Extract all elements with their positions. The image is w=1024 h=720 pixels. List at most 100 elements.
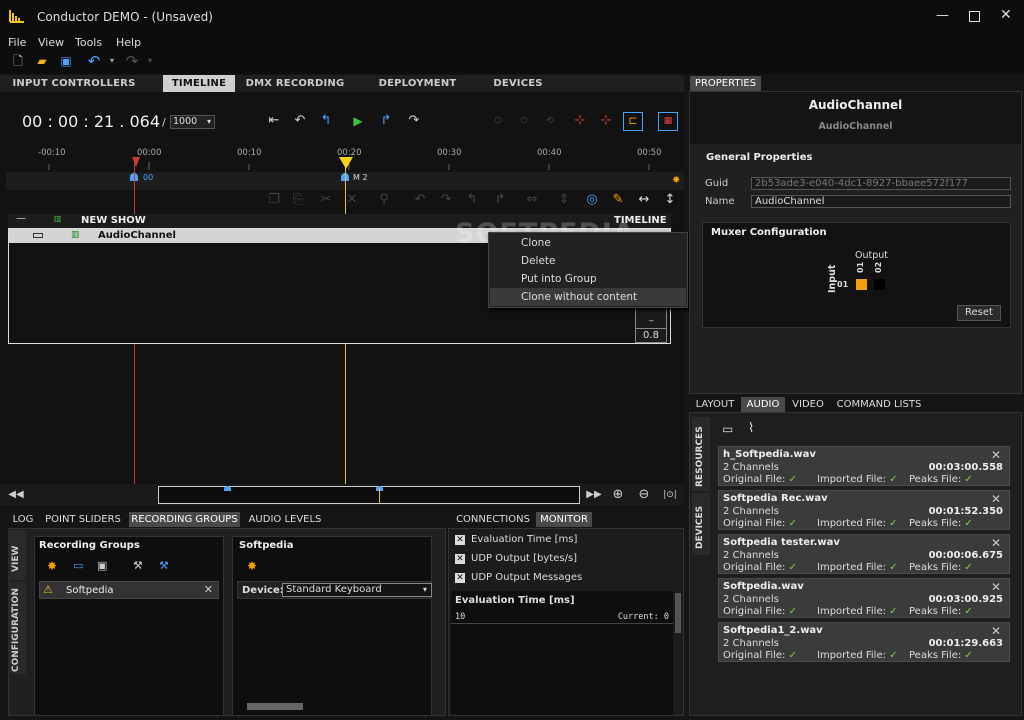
redo-edit-icon[interactable]: ↷ — [438, 192, 454, 208]
menu-view[interactable]: View — [38, 36, 64, 49]
marker-remove-icon[interactable]: ⊹ — [598, 113, 614, 129]
zoom-fit-icon[interactable]: |⊙| — [662, 487, 678, 503]
pencil-icon[interactable]: ✎ — [610, 192, 626, 208]
checkbox[interactable]: ✕ — [455, 573, 465, 583]
tab-command-lists[interactable]: COMMAND LISTS — [833, 397, 925, 412]
checkbox[interactable]: ✕ — [455, 535, 465, 545]
menu-tools[interactable]: Tools — [75, 36, 102, 49]
close-icon[interactable]: ✕ — [1000, 7, 1012, 23]
redo-dropdown-icon[interactable]: ▾ — [142, 53, 158, 69]
reset-button[interactable]: Reset — [957, 305, 1001, 321]
remove-group-icon[interactable]: ✕ — [204, 583, 213, 596]
tab-recording-groups[interactable]: RECORDING GROUPS — [129, 512, 240, 527]
monitor-scrollbar[interactable] — [675, 593, 681, 633]
group-settings-icon[interactable]: ▭ — [73, 559, 83, 572]
collapse-channel-icon[interactable] — [33, 233, 43, 238]
volume-control[interactable]: _ 0.8 — [635, 305, 667, 343]
scroll-end-icon[interactable]: ▶▶ — [586, 487, 602, 503]
zoom-in-icon[interactable]: ⊕ — [610, 487, 626, 503]
rewind-start-icon[interactable]: ⇤ — [266, 113, 282, 129]
undo-icon[interactable]: ↶ — [86, 53, 102, 69]
save-group-icon[interactable]: ▣ — [97, 559, 107, 572]
delete-icon[interactable]: ✕ — [344, 192, 360, 208]
move-right-icon[interactable]: ↱ — [492, 192, 508, 208]
volume-handle[interactable]: _ — [649, 312, 654, 322]
previous-marker-icon[interactable]: ↶ — [292, 113, 308, 129]
open-folder-icon[interactable]: ▰ — [34, 53, 50, 69]
power-off-icon[interactable]: ⏻ — [516, 113, 532, 129]
cut-icon[interactable]: ✂ — [318, 192, 334, 208]
menu-item-clone[interactable]: Clone — [490, 234, 686, 252]
menu-item-clone-without-content[interactable]: Clone without content — [490, 288, 686, 306]
minimize-icon[interactable]: — — [936, 8, 949, 23]
tab-timeline[interactable]: TIMELINE — [163, 75, 235, 92]
tab-point-sliders[interactable]: POINT SLIDERS — [42, 512, 124, 527]
mux-cell-inactive[interactable] — [874, 279, 885, 290]
device-select[interactable]: Standard Keyboard ▾ — [282, 583, 432, 597]
remove-resource-icon[interactable]: ✕ — [991, 580, 1001, 594]
resource-item[interactable]: Softpedia1_2.wav ✕ 2 Channels 00:01:29.6… — [718, 622, 1010, 662]
split-icon[interactable]: ⇕ — [556, 192, 572, 208]
menu-item-put-into-group[interactable]: Put into Group — [490, 270, 686, 288]
tab-input-controllers[interactable]: INPUT CONTROLLERS — [8, 75, 140, 92]
play-icon[interactable]: ▶ — [350, 113, 366, 129]
checkbox[interactable]: ✕ — [455, 554, 465, 564]
maximize-icon[interactable] — [969, 11, 980, 22]
resource-item[interactable]: Softpedia tester.wav ✕ 2 Channels 00:00:… — [718, 534, 1010, 574]
menu-item-delete[interactable]: Delete — [490, 252, 686, 270]
tools-icon[interactable]: ⚒ — [133, 559, 143, 572]
undo-edit-icon[interactable]: ↶ — [412, 192, 428, 208]
menu-file[interactable]: File — [8, 36, 26, 49]
next-marker-icon[interactable]: ↷ — [406, 113, 422, 129]
timeline-overview[interactable] — [158, 486, 580, 504]
collapse-icon[interactable]: — — [16, 213, 26, 224]
resource-item[interactable]: Softpedia.wav ✕ 2 Channels 00:03:00.925 … — [718, 578, 1010, 618]
scrollbar-thumb[interactable] — [247, 703, 303, 710]
tab-log[interactable]: LOG — [8, 512, 38, 527]
tab-monitor[interactable]: MONITOR — [536, 512, 592, 527]
horizontal-resize-icon[interactable]: ↔ — [636, 192, 652, 208]
add-marker-icon[interactable]: ✸ — [672, 175, 680, 186]
new-file-icon[interactable]: 🗋 — [10, 53, 26, 69]
scroll-start-icon[interactable]: ◀◀ — [8, 487, 24, 503]
reset-icon[interactable]: ⟲ — [542, 113, 558, 129]
remove-resource-icon[interactable]: ✕ — [991, 492, 1001, 506]
side-tab-view[interactable]: VIEW — [8, 530, 26, 580]
menu-help[interactable]: Help — [116, 36, 141, 49]
power-on-icon[interactable]: ⏻ — [490, 113, 506, 129]
grid-toggle-icon[interactable]: ▦ — [658, 112, 678, 131]
group-item[interactable]: ⚠ Softpedia ✕ — [39, 581, 219, 599]
save-icon[interactable]: ▣ — [58, 53, 74, 69]
tab-audio-levels[interactable]: AUDIO LEVELS — [245, 512, 325, 527]
tab-video[interactable]: VIDEO — [787, 397, 829, 412]
step-back-icon[interactable]: ↰ — [318, 113, 334, 129]
copy-icon[interactable]: ❐ — [266, 192, 282, 208]
tools-config-icon[interactable]: ⚒ — [159, 559, 169, 572]
redo-icon[interactable]: ↷ — [124, 53, 140, 69]
zoom-out-icon[interactable]: ⊖ — [636, 487, 652, 503]
resource-item[interactable]: h_Softpedia.wav ✕ 2 Channels 00:03:00.55… — [718, 446, 1010, 486]
loop-toggle-icon[interactable]: ⊏ — [623, 112, 643, 131]
side-tab-devices[interactable]: DEVICES — [692, 493, 710, 555]
zoom-select[interactable]: 1000 ▾ — [170, 115, 215, 129]
tab-properties[interactable]: PROPERTIES — [690, 76, 761, 91]
paste-icon[interactable]: ⎘ — [290, 192, 306, 208]
side-tab-resources[interactable]: RESOURCES — [692, 417, 710, 491]
select-tool-icon[interactable]: ◎ — [584, 192, 600, 208]
resource-item[interactable]: Softpedia Rec.wav ✕ 2 Channels 00:01:52.… — [718, 490, 1010, 530]
playhead-icon[interactable] — [339, 157, 353, 169]
add-device-icon[interactable]: ✸ — [247, 559, 257, 573]
import-icon[interactable]: ▭ — [722, 422, 733, 436]
tab-dmx-recording[interactable]: DMX RECORDING — [240, 75, 350, 92]
move-left-icon[interactable]: ↰ — [464, 192, 480, 208]
cleanup-brush-icon[interactable]: ⌇ — [748, 421, 754, 436]
marker-add-icon[interactable]: ⊹ — [572, 113, 588, 129]
tab-deployment[interactable]: DEPLOYMENT — [370, 75, 465, 92]
stretch-icon[interactable]: ⇔ — [524, 192, 540, 208]
remove-resource-icon[interactable]: ✕ — [991, 448, 1001, 462]
vertical-resize-icon[interactable]: ↕ — [662, 192, 678, 208]
undo-dropdown-icon[interactable]: ▾ — [104, 53, 120, 69]
name-field[interactable]: AudioChannel — [751, 195, 1011, 208]
remove-resource-icon[interactable]: ✕ — [991, 624, 1001, 638]
tab-connections[interactable]: CONNECTIONS — [452, 512, 534, 527]
